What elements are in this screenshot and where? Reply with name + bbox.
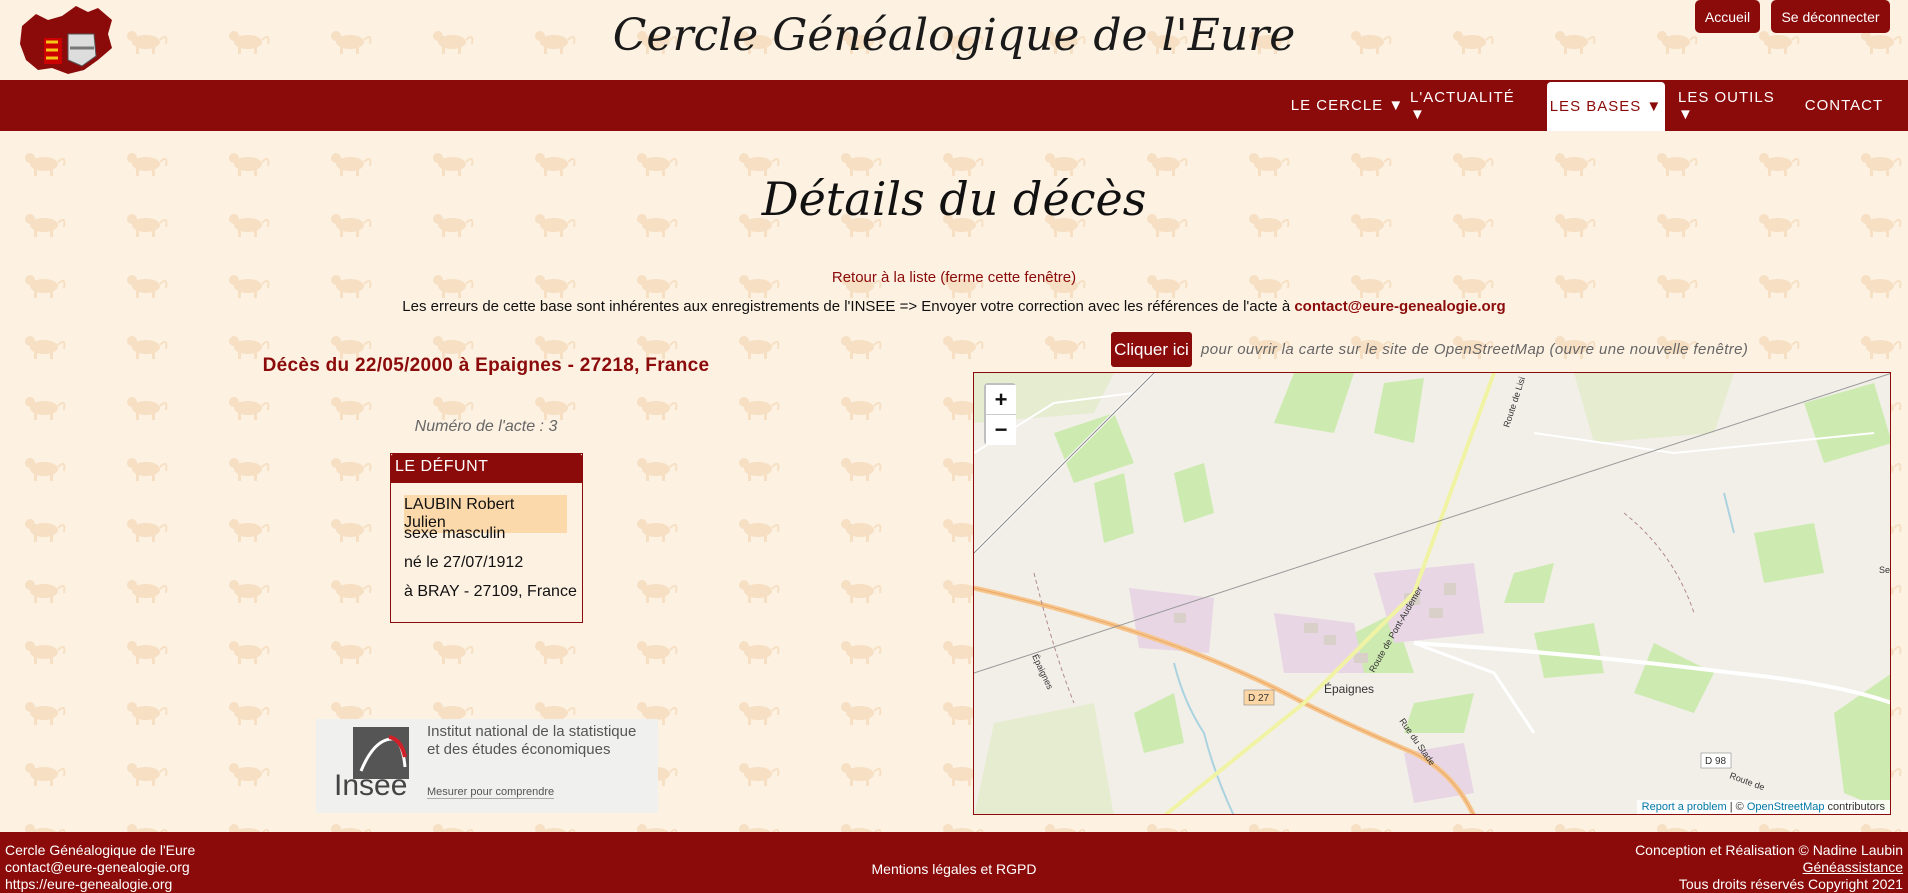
defunt-card: LE DÉFUNT LAUBIN Robert Julien sexe masc… [390, 453, 583, 623]
footer: Cercle Généalogique de l'Eure contact@eu… [0, 832, 1908, 893]
nav-item-actualite[interactable]: L'ACTUALITÉ ▼ [1410, 80, 1525, 131]
insee-tagline: Mesurer pour comprendre [427, 786, 555, 799]
nav-item-contact[interactable]: CONTACT [1800, 80, 1888, 131]
attrib-contributors: contributors [1824, 801, 1885, 813]
defunt-birth-date: né le 27/07/1912 [404, 554, 524, 571]
map[interactable]: Épaignes D 27 D 98 Route de Pont-Audemer… [973, 372, 1891, 815]
back-to-list-link[interactable]: Retour à la liste (ferme cette fenêtre) [0, 269, 1908, 286]
insee-word: Insee [334, 769, 408, 802]
open-map-button[interactable]: Cliquer ici [1111, 332, 1192, 367]
nav-item-les-outils[interactable]: LES OUTILS ▼ [1678, 80, 1790, 131]
zoom-in-button[interactable]: + [986, 385, 1016, 415]
footer-legal-link[interactable]: Mentions légales et RGPD [0, 861, 1908, 877]
defunt-header: LE DÉFUNT [390, 453, 583, 483]
footer-url[interactable]: https://eure-genealogie.org [5, 876, 172, 892]
map-attribution: Report a problem | © OpenStreetMap contr… [1636, 800, 1890, 814]
accueil-button[interactable]: Accueil [1695, 0, 1760, 33]
attrib-separator: | © [1726, 801, 1747, 813]
open-map-hint: pour ouvrir la carte sur le site de Open… [1201, 341, 1749, 358]
footer-geneassistance-link[interactable]: Généassistance [1803, 859, 1903, 875]
page-title: Détails du décès [761, 172, 1147, 226]
map-label-se: Se [1879, 565, 1890, 575]
logout-button[interactable]: Se déconnecter [1771, 0, 1890, 33]
map-label-d27: D 27 [1248, 693, 1270, 704]
zoom-out-button[interactable]: − [986, 415, 1016, 445]
zoom-control: + − [984, 383, 1016, 445]
insee-line2: et des études économiques [427, 741, 611, 758]
errors-notice: Les erreurs de cette base sont inhérente… [0, 298, 1908, 315]
site-title: Cercle Généalogique de l'Eure [612, 10, 1296, 61]
defunt-birth-place: à BRAY - 27109, France [404, 583, 577, 600]
defunt-sex: sexe masculin [404, 525, 506, 542]
insee-logo[interactable]: Insee Institut national de la statistiqu… [316, 719, 658, 813]
osm-link[interactable]: OpenStreetMap [1747, 801, 1825, 813]
death-title: Décès du 22/05/2000 à Epaignes - 27218, … [262, 355, 710, 376]
contact-email-link[interactable]: contact@eure-genealogie.org [1294, 298, 1505, 315]
act-number: Numéro de l'acte : 3 [414, 418, 558, 435]
insee-line1: Institut national de la statistique [427, 723, 637, 740]
report-problem-link[interactable]: Report a problem [1642, 801, 1727, 813]
footer-credits: Conception et Réalisation © Nadine Laubi… [1635, 842, 1903, 858]
map-label-town: Épaignes [1324, 681, 1374, 696]
footer-copyright: Tous droits réservés Copyright 2021 [1678, 876, 1903, 892]
map-tiles[interactable]: Épaignes D 27 D 98 Route de Pont-Audemer… [974, 373, 1891, 815]
nav-item-le-cercle[interactable]: LE CERCLE ▼ [1290, 80, 1405, 131]
map-label-d98: D 98 [1705, 756, 1727, 767]
errors-notice-text: Les erreurs de cette base sont inhérente… [402, 298, 1291, 315]
nav-item-les-bases[interactable]: LES BASES ▼ [1547, 82, 1665, 131]
footer-site-name: Cercle Généalogique de l'Eure [5, 842, 196, 858]
